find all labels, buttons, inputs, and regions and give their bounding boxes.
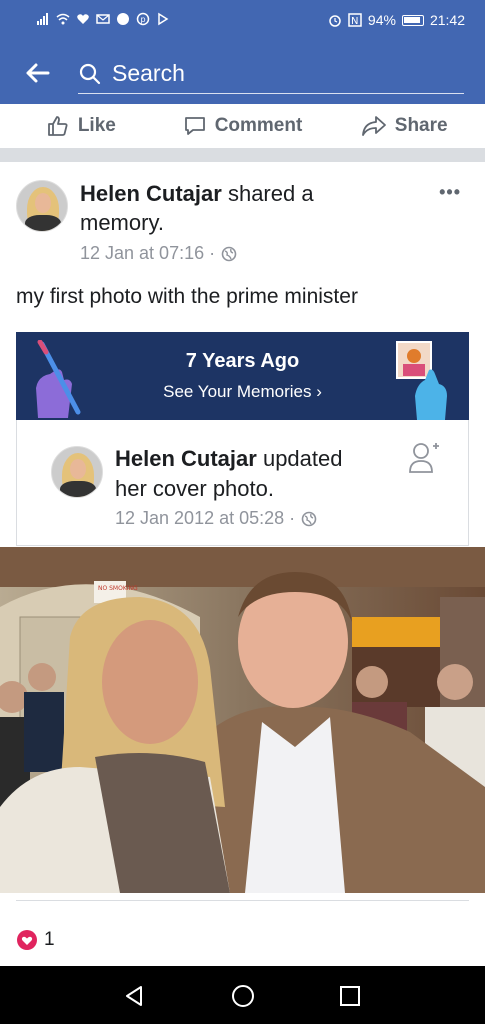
messenger-icon [117, 13, 129, 25]
post-timestamp[interactable]: 12 Jan at 07:16 · [80, 243, 215, 264]
search-input[interactable]: Search [78, 54, 464, 94]
signal-icon [37, 13, 48, 25]
back-nav-icon[interactable] [122, 984, 146, 1008]
memories-banner[interactable]: 7 Years Ago See Your Memories › [16, 332, 469, 420]
shared-author-name[interactable]: Helen Cutajar [115, 446, 257, 471]
back-arrow-icon[interactable] [22, 58, 52, 88]
feed-separator [0, 148, 485, 162]
shared-post-card[interactable]: Helen Cutajar updated her cover photo. 1… [16, 420, 469, 546]
memories-hand-right-icon [396, 341, 447, 420]
thumbs-up-icon [47, 116, 68, 136]
post-meta: 12 Jan at 07:16 · [80, 243, 237, 264]
search-icon [79, 63, 101, 84]
share-label: Share [394, 115, 448, 136]
more-options-icon[interactable]: ••• [439, 182, 461, 203]
status-icons-left: p [36, 12, 170, 26]
love-reaction-icon [17, 930, 37, 950]
system-nav-bar [0, 966, 485, 1024]
recents-nav-icon[interactable] [338, 984, 362, 1008]
battery-icon [401, 14, 424, 26]
globe-icon [221, 246, 237, 261]
battery-percent: 94% [367, 12, 396, 28]
heart-icon [77, 14, 89, 24]
shared-post-header: Helen Cutajar updated [115, 444, 342, 473]
reactions-summary[interactable]: 1 [16, 929, 55, 951]
svg-text:p: p [141, 15, 146, 24]
wifi-icon [56, 13, 70, 25]
author-name[interactable]: Helen Cutajar [80, 181, 222, 206]
comment-label: Comment [214, 115, 303, 136]
post-photo[interactable]: NO SMOKING [0, 547, 485, 893]
play-icon [158, 12, 169, 26]
post-action-text: shared a [227, 181, 314, 206]
alarm-icon [329, 15, 341, 27]
status-icons-right: N 94% 21:42 [328, 12, 465, 28]
clock: 21:42 [429, 12, 465, 28]
share-button[interactable]: Share [323, 104, 485, 148]
post-actions: Like Comment Share [0, 104, 485, 148]
search-bar: Search [0, 40, 485, 104]
shared-post-timestamp[interactable]: 12 Jan 2012 at 05:28 · [115, 508, 295, 529]
like-button[interactable]: Like [0, 104, 162, 148]
reaction-count: 1 [44, 929, 55, 950]
post-caption: my first photo with the prime minister [16, 285, 358, 308]
nfc-icon: N [348, 13, 362, 27]
avatar[interactable] [16, 180, 68, 232]
mail-icon [96, 14, 110, 24]
shared-action-text: updated [262, 446, 343, 471]
shared-post-meta: 12 Jan 2012 at 05:28 · [115, 508, 317, 529]
post-header: Helen Cutajar shared a [80, 179, 314, 208]
svg-text:N: N [351, 16, 358, 27]
post-divider [16, 900, 469, 901]
pinterest-icon: p [136, 12, 150, 26]
add-friend-icon[interactable] [408, 440, 440, 474]
globe-icon [301, 511, 317, 526]
post-action-text-2: memory. [80, 210, 164, 235]
like-label: Like [77, 115, 116, 136]
comment-icon [184, 117, 205, 135]
avatar[interactable] [51, 446, 103, 498]
comment-button[interactable]: Comment [162, 104, 324, 148]
share-icon [361, 116, 386, 136]
status-bar: p N 94% 21:42 [0, 0, 485, 40]
search-placeholder: Search [112, 60, 185, 86]
home-nav-icon[interactable] [230, 983, 256, 1009]
shared-action-text-2: her cover photo. [115, 476, 274, 501]
photo-sign: NO SMOKING [98, 585, 138, 592]
